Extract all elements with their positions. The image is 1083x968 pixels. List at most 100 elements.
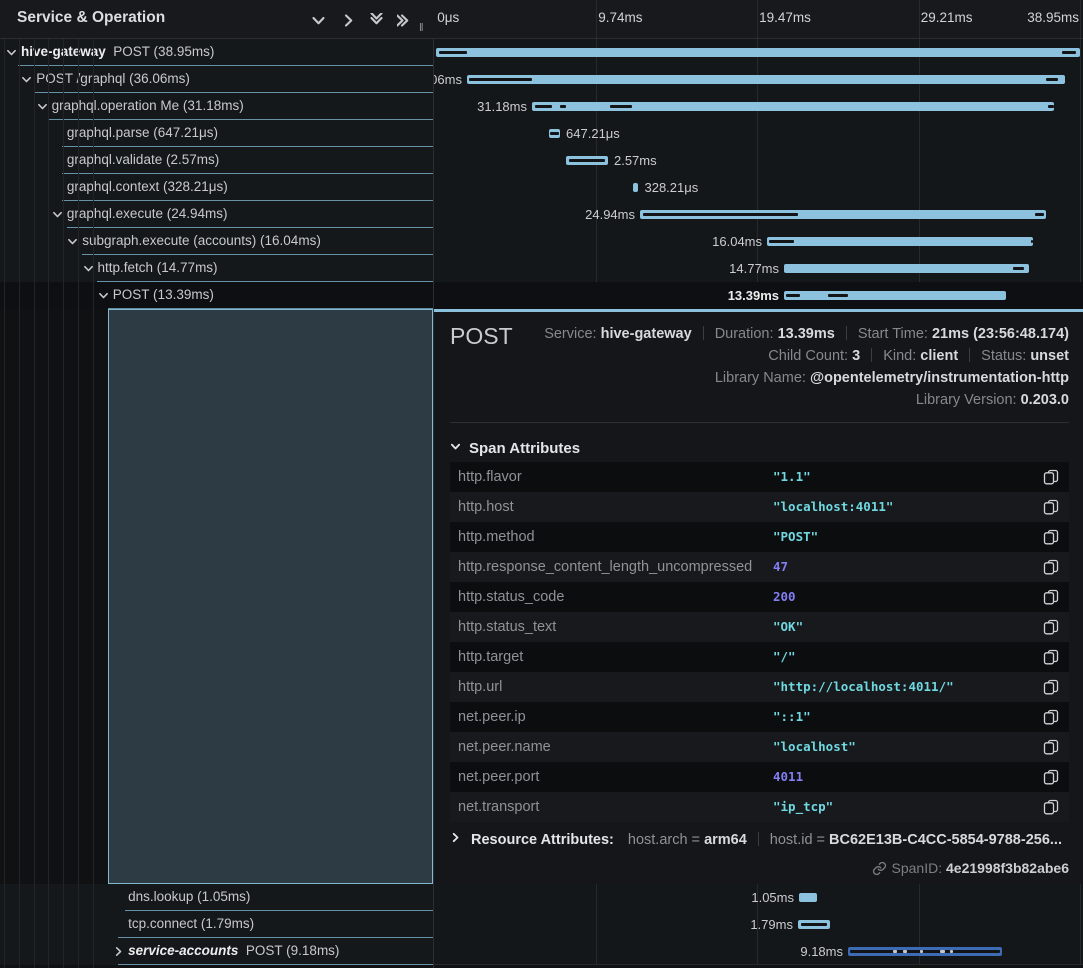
attribute-row: http.status_text"OK" bbox=[450, 612, 1069, 642]
chevron-down-icon[interactable] bbox=[67, 236, 78, 247]
tree-row[interactable]: service-accounts POST (9.18ms) bbox=[0, 938, 433, 965]
duration-label: 16.04ms bbox=[712, 234, 762, 249]
tree-row[interactable]: graphql.operation Me (31.18ms) bbox=[0, 93, 433, 120]
tree-row[interactable]: subgraph.execute (accounts) (16.04ms) bbox=[0, 228, 433, 255]
indent-guide bbox=[93, 39, 94, 968]
tree-row[interactable]: graphql.context (328.21μs) bbox=[0, 174, 433, 201]
copy-icon[interactable] bbox=[1043, 799, 1059, 815]
span-bar[interactable] bbox=[633, 183, 639, 192]
span-bar[interactable] bbox=[784, 291, 1006, 300]
meta-divider bbox=[846, 326, 847, 340]
span-bar[interactable] bbox=[549, 129, 560, 138]
resource-attributes-row[interactable]: Resource Attributes:host.arch = arm64hos… bbox=[450, 832, 1062, 848]
span-meta-line3: Library Name: @opentelemetry/instrumenta… bbox=[715, 370, 1069, 386]
copy-icon[interactable] bbox=[1043, 469, 1059, 485]
span-bar[interactable] bbox=[436, 48, 1080, 57]
chevron-down-icon[interactable] bbox=[6, 47, 17, 58]
span-tree-rows-bottom: dns.lookup (1.05ms) tcp.connect (1.79ms) s… bbox=[0, 884, 433, 965]
tree-row[interactable]: POST /graphql (36.06ms) bbox=[0, 66, 433, 93]
child-span-marker bbox=[769, 240, 793, 243]
tree-row-label: dns.lookup (1.05ms) bbox=[128, 889, 250, 904]
child-span-marker bbox=[1062, 51, 1076, 54]
copy-icon[interactable] bbox=[1043, 499, 1059, 515]
span-bar[interactable] bbox=[784, 264, 1029, 273]
timeline-row: 16.04ms bbox=[434, 228, 1083, 255]
meta-divider bbox=[703, 326, 704, 340]
timeline-row: 647.21μs bbox=[434, 120, 1083, 147]
attribute-row: http.response_content_length_uncompresse… bbox=[450, 552, 1069, 582]
span-bar[interactable] bbox=[532, 102, 1054, 111]
attribute-row: net.transport"ip_tcp" bbox=[450, 792, 1069, 822]
child-span-marker bbox=[1048, 105, 1054, 108]
child-span-marker bbox=[1013, 267, 1024, 270]
chevron-down-icon[interactable] bbox=[21, 74, 32, 85]
tree-row[interactable]: POST (13.39ms) bbox=[0, 282, 433, 309]
meta-item: Child Count: 3 bbox=[768, 348, 860, 364]
copy-icon[interactable] bbox=[1043, 589, 1059, 605]
resource-attributes-preview: host.arch = arm64host.id = BC62E13B-C4CC… bbox=[628, 832, 1062, 848]
attribute-value: "localhost:4011" bbox=[773, 499, 893, 514]
child-span-marker bbox=[535, 105, 552, 108]
copy-icon[interactable] bbox=[1043, 679, 1059, 695]
axis-tick: 19.47ms bbox=[759, 10, 811, 25]
attribute-key: net.peer.ip bbox=[458, 709, 526, 725]
tree-row[interactable]: dns.lookup (1.05ms) bbox=[0, 884, 433, 911]
attribute-value: 47 bbox=[773, 559, 788, 574]
copy-icon[interactable] bbox=[1043, 529, 1059, 545]
copy-icon[interactable] bbox=[1043, 769, 1059, 785]
tree-row-label: POST /graphql (36.06ms) bbox=[36, 71, 190, 86]
span-bar[interactable] bbox=[799, 893, 817, 902]
tree-row[interactable]: http.fetch (14.77ms) bbox=[0, 255, 433, 282]
copy-icon[interactable] bbox=[1043, 709, 1059, 725]
span-bar[interactable] bbox=[848, 947, 1002, 956]
timeline-row: 31.18ms bbox=[434, 93, 1083, 120]
timeline-bars-bottom: 1.05ms1.79ms9.18ms bbox=[434, 884, 1083, 965]
tree-row[interactable]: graphql.validate (2.57ms) bbox=[0, 147, 433, 174]
axis-gridline bbox=[757, 0, 758, 39]
copy-icon[interactable] bbox=[1043, 559, 1059, 575]
expand-all-icon[interactable] bbox=[394, 10, 414, 30]
expanded-span-detail-spacer bbox=[108, 309, 433, 884]
tree-row[interactable]: graphql.execute (24.94ms) bbox=[0, 201, 433, 228]
span-bar[interactable] bbox=[767, 237, 1033, 246]
meta-item: Start Time: 21ms (23:56:48.174) bbox=[858, 326, 1069, 342]
axis-gridline bbox=[1080, 0, 1081, 39]
duration-label: 1.79ms bbox=[750, 917, 793, 932]
span-bar[interactable] bbox=[640, 210, 1046, 219]
meta-item: Duration: 13.39ms bbox=[715, 326, 835, 342]
meta-item: Kind: client bbox=[883, 348, 958, 364]
chevron-right-icon[interactable] bbox=[113, 946, 124, 957]
collapse-all-icon[interactable] bbox=[366, 10, 386, 30]
span-meta-line1: Service: hive-gatewayDuration: 13.39msSt… bbox=[544, 326, 1069, 342]
tree-row[interactable]: graphql.parse (647.21μs) bbox=[0, 120, 433, 147]
meta-item: Status: unset bbox=[981, 348, 1069, 364]
chevron-down-icon[interactable] bbox=[37, 101, 48, 112]
span-attributes-toggle[interactable]: Span Attributes bbox=[450, 440, 580, 457]
child-span-marker bbox=[550, 132, 559, 135]
chevron-down-icon[interactable] bbox=[98, 290, 109, 301]
panel-resize-handle[interactable]: ‖ bbox=[419, 22, 425, 34]
child-span-marker bbox=[643, 213, 798, 216]
axis-gridline bbox=[919, 0, 920, 39]
copy-icon[interactable] bbox=[1043, 649, 1059, 665]
chevron-down-icon bbox=[450, 441, 461, 452]
indent-guide bbox=[48, 39, 49, 968]
span-bar[interactable] bbox=[467, 75, 1065, 84]
tree-row-label: tcp.connect (1.79ms) bbox=[128, 916, 254, 931]
span-bar[interactable] bbox=[798, 920, 830, 929]
timeline-row: 1.79ms bbox=[434, 911, 1083, 938]
attribute-key: net.transport bbox=[458, 799, 539, 815]
collapse-one-icon[interactable] bbox=[308, 10, 328, 30]
copy-icon[interactable] bbox=[1043, 739, 1059, 755]
axis-tick: 29.21ms bbox=[921, 10, 973, 25]
timeline-row: 14.77ms bbox=[434, 255, 1083, 282]
expand-one-icon[interactable] bbox=[338, 10, 358, 30]
copy-icon[interactable] bbox=[1043, 619, 1059, 635]
span-bar[interactable] bbox=[566, 156, 608, 165]
meta-divider bbox=[871, 348, 872, 362]
tree-row[interactable]: tcp.connect (1.79ms) bbox=[0, 911, 433, 938]
chevron-down-icon[interactable] bbox=[52, 209, 63, 220]
link-icon[interactable] bbox=[872, 861, 887, 876]
attribute-key: net.peer.port bbox=[458, 769, 539, 785]
tree-row[interactable]: hive-gateway POST (38.95ms) bbox=[0, 39, 433, 66]
